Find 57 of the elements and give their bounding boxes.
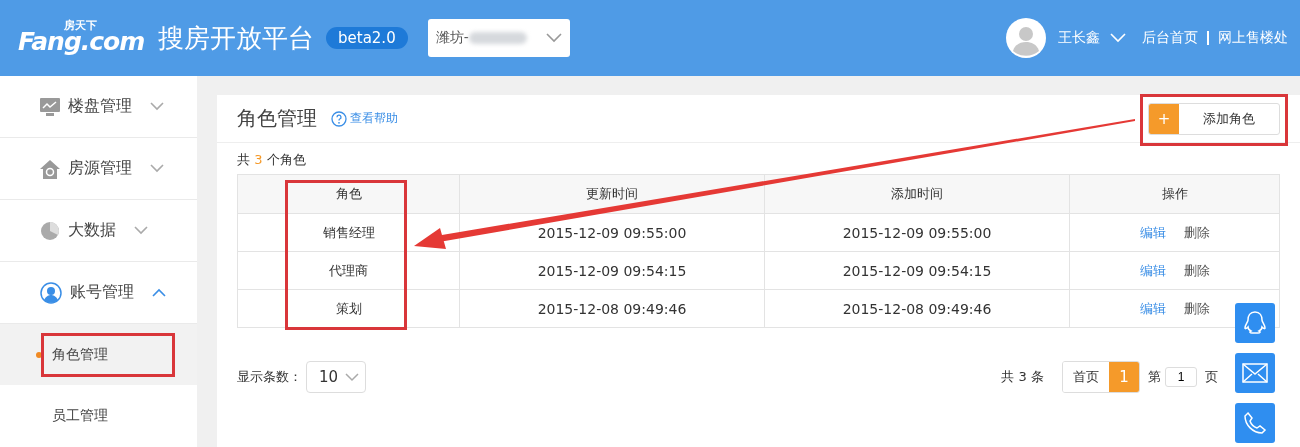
column-header: 操作 bbox=[1069, 174, 1280, 214]
chevron-down-icon bbox=[150, 164, 164, 173]
page-input[interactable]: 1 bbox=[1165, 367, 1197, 387]
user-icon bbox=[40, 281, 62, 304]
table-cell: 代理商 bbox=[237, 251, 460, 290]
sidebar-item[interactable]: 房源管理 bbox=[0, 138, 197, 200]
table-cell: 2015-12-09 09:54:15 bbox=[459, 251, 765, 290]
house-gear-icon bbox=[40, 158, 60, 179]
sidebar-subitem[interactable]: 角色管理 bbox=[0, 324, 197, 385]
blurred-text bbox=[468, 32, 527, 44]
column-header: 更新时间 bbox=[459, 174, 765, 214]
sidebar-subitem[interactable]: 员工管理 bbox=[0, 385, 197, 446]
chevron-up-icon bbox=[152, 288, 166, 297]
phone-button[interactable] bbox=[1235, 403, 1275, 443]
edit-link[interactable]: 编辑 bbox=[1139, 223, 1166, 242]
table-cell: 2015-12-08 09:49:46 bbox=[459, 289, 765, 328]
column-header: 添加时间 bbox=[764, 174, 1070, 214]
delete-link[interactable]: 删除 bbox=[1183, 261, 1210, 280]
chevron-down-icon bbox=[150, 102, 164, 111]
mail-button[interactable] bbox=[1235, 353, 1275, 393]
role-count: 共 3 个角色 bbox=[237, 151, 307, 169]
table-cell: 策划 bbox=[237, 289, 460, 328]
phone-icon bbox=[1243, 411, 1267, 435]
avatar-icon[interactable] bbox=[1006, 18, 1046, 58]
column-header: 角色 bbox=[237, 174, 460, 214]
add-role-button[interactable]: + 添加角色 bbox=[1148, 102, 1280, 135]
table-cell: 2015-12-08 09:49:46 bbox=[764, 289, 1070, 328]
pie-chart-icon bbox=[40, 220, 60, 241]
help-link[interactable]: 查看帮助 bbox=[350, 110, 398, 127]
total-count: 共 3 条 bbox=[1001, 368, 1044, 386]
monitor-chart-icon bbox=[40, 97, 60, 116]
sidebar-item[interactable]: 楼盘管理 bbox=[0, 76, 197, 138]
chat-button[interactable] bbox=[1235, 303, 1275, 343]
table-cell: 2015-12-09 09:55:00 bbox=[764, 213, 1070, 252]
bullet-icon bbox=[36, 351, 42, 358]
sidebar-item[interactable]: 大数据 bbox=[0, 200, 197, 262]
page-title: 角色管理 bbox=[237, 105, 317, 132]
envelope-icon bbox=[1242, 363, 1268, 383]
delete-link[interactable]: 删除 bbox=[1183, 299, 1210, 318]
help-icon[interactable] bbox=[331, 110, 347, 127]
edit-link[interactable]: 编辑 bbox=[1139, 299, 1166, 318]
goto-label: 页 bbox=[1205, 368, 1218, 386]
chevron-down-icon bbox=[545, 33, 562, 43]
page-size-label: 显示条数： bbox=[237, 368, 302, 386]
penguin-icon bbox=[1243, 310, 1267, 336]
city-dropdown[interactable]: 潍坊- bbox=[427, 19, 570, 57]
page-size-dropdown[interactable]: 10 bbox=[306, 361, 366, 393]
chevron-down-icon bbox=[134, 226, 148, 235]
plus-icon: + bbox=[1149, 103, 1179, 134]
table-cell: 2015-12-09 09:54:15 bbox=[764, 251, 1070, 290]
chevron-down-icon[interactable] bbox=[1110, 33, 1126, 43]
delete-link[interactable]: 删除 bbox=[1183, 223, 1210, 242]
chevron-down-icon bbox=[345, 372, 359, 382]
version-badge: beta2.0 bbox=[326, 27, 408, 49]
goto-label: 第 bbox=[1148, 368, 1161, 386]
platform-title: 搜房开放平台 bbox=[158, 21, 314, 55]
edit-link[interactable]: 编辑 bbox=[1139, 261, 1166, 280]
